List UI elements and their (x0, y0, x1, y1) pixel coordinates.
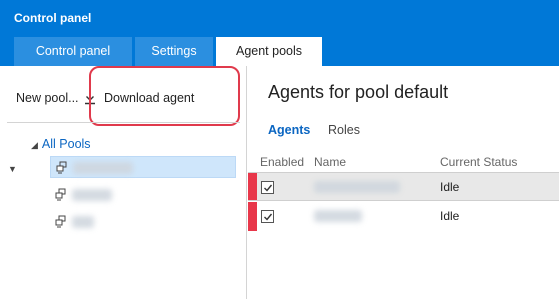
check-icon (264, 213, 273, 221)
tree-item-pool[interactable] (50, 184, 236, 206)
tab-control-panel[interactable]: Control panel (14, 37, 132, 66)
redacted-pool-name (72, 216, 94, 228)
pools-pane: New pool... Download agent ◢ All Pools ▼ (0, 66, 247, 299)
enabled-checkbox[interactable] (261, 210, 274, 223)
toolbar-divider (7, 122, 240, 123)
column-header-name[interactable]: Name (314, 155, 346, 169)
enabled-checkbox[interactable] (261, 181, 274, 194)
pool-icon (56, 161, 67, 174)
table-row[interactable]: Idle (248, 202, 559, 231)
subtab-agents[interactable]: Agents (268, 123, 310, 137)
redacted-agent-name (314, 210, 362, 222)
subtab-roles[interactable]: Roles (328, 123, 360, 137)
table-row[interactable]: Idle (248, 172, 559, 201)
highlight-callout (89, 66, 240, 126)
redacted-agent-name (314, 181, 400, 193)
pool-icon (55, 215, 66, 228)
tree-root-all-pools[interactable]: ◢ All Pools (31, 137, 91, 151)
tree-item-pool[interactable] (50, 156, 236, 178)
pool-icon (55, 188, 66, 201)
app-title: Control panel (14, 11, 92, 25)
tree-root-label: All Pools (41, 137, 91, 151)
tab-settings[interactable]: Settings (135, 37, 213, 66)
row-marker (248, 173, 257, 200)
column-header-status[interactable]: Current Status (440, 155, 517, 169)
agent-status: Idle (440, 209, 460, 223)
agents-pane: Agents for pool default Agents Roles Ena… (248, 66, 559, 299)
row-marker (248, 202, 257, 231)
column-header-enabled[interactable]: Enabled (260, 155, 304, 169)
header-bar: Control panel Control panel Settings Age… (0, 0, 559, 66)
new-pool-button[interactable]: New pool... (16, 91, 79, 105)
expand-caret-icon[interactable]: ◢ (31, 140, 38, 150)
tree-item-pool[interactable] (50, 211, 236, 233)
redacted-pool-name (73, 162, 133, 174)
check-icon (264, 184, 273, 192)
agent-status: Idle (440, 180, 460, 194)
tree-expand-icon[interactable]: ▼ (8, 164, 17, 174)
page-title: Agents for pool default (268, 82, 449, 102)
redacted-pool-name (72, 189, 112, 201)
tab-agent-pools[interactable]: Agent pools (216, 37, 322, 66)
